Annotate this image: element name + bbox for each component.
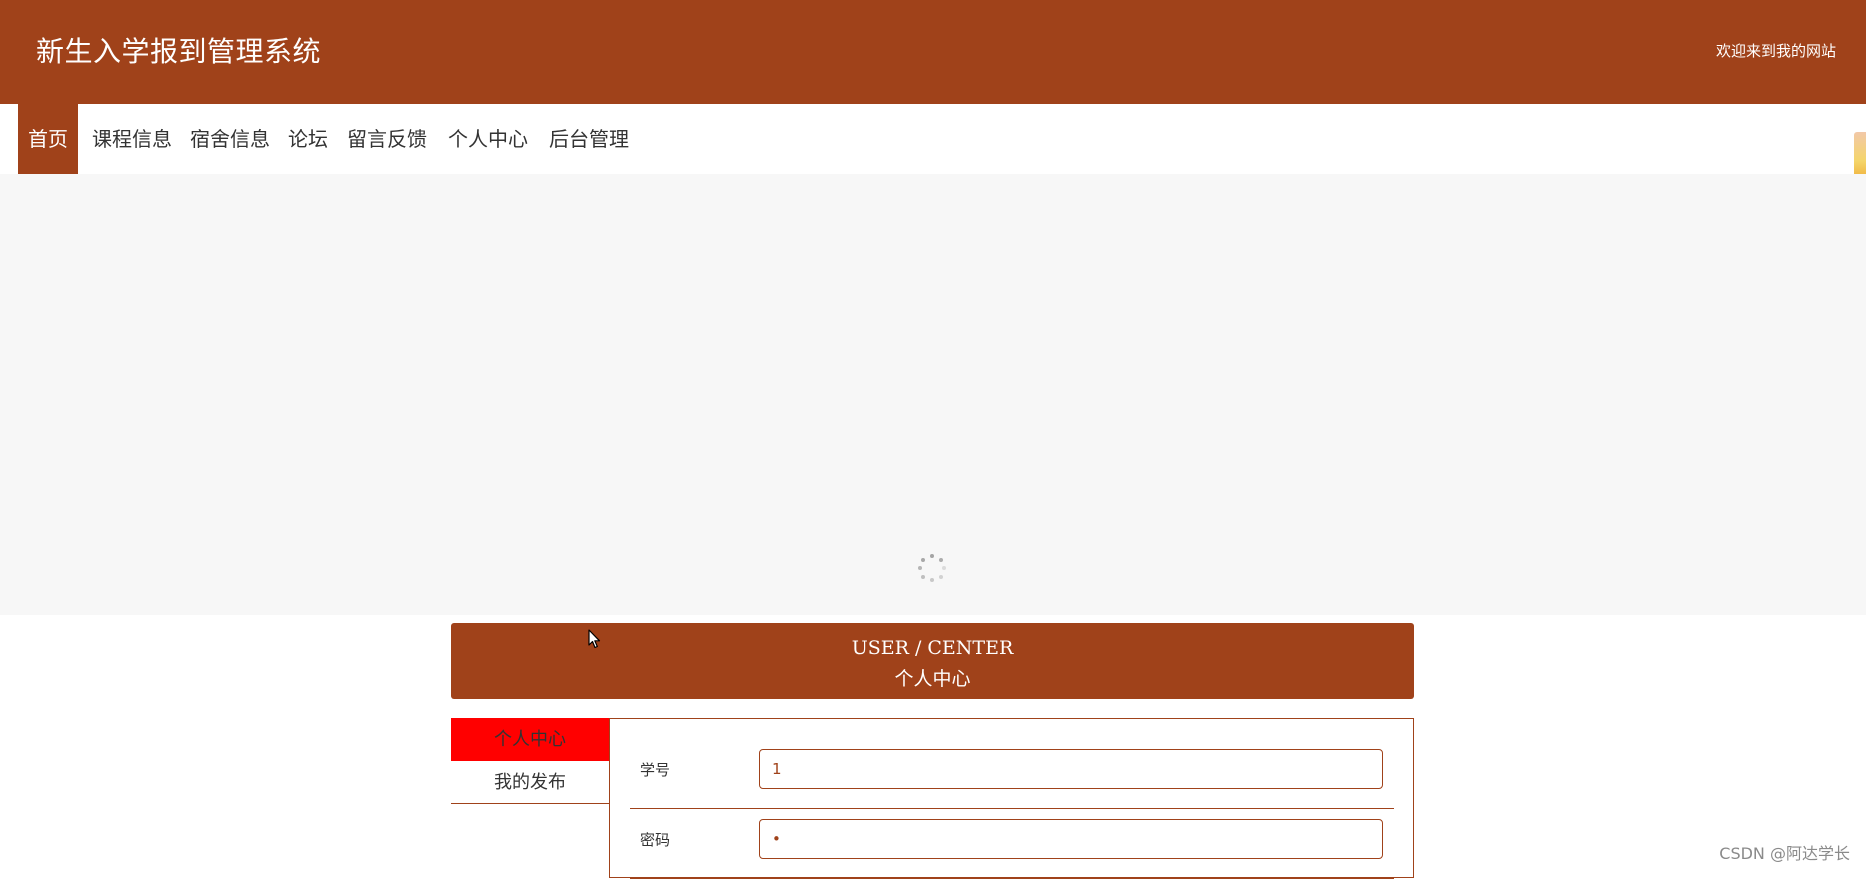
- top-header: 新生入学报到管理系统 欢迎来到我的网站: [0, 0, 1866, 104]
- student-id-label: 学号: [640, 761, 671, 779]
- nav-item-courses[interactable]: 课程信息: [92, 104, 172, 174]
- banner-carousel: [0, 174, 1866, 615]
- student-id-input[interactable]: [759, 749, 1383, 789]
- side-item-my-posts[interactable]: 我的发布: [451, 761, 609, 804]
- nav-item-dorms[interactable]: 宿舍信息: [190, 104, 270, 174]
- floating-side-widget[interactable]: [1854, 132, 1866, 180]
- loading-spinner-icon: [918, 554, 946, 582]
- site-title: 新生入学报到管理系统: [36, 35, 322, 68]
- nav-item-user-center[interactable]: 个人中心: [448, 104, 528, 174]
- profile-form-panel: 学号 密码: [609, 718, 1414, 879]
- side-item-user-center[interactable]: 个人中心: [451, 718, 609, 761]
- nav-item-feedback[interactable]: 留言反馈: [347, 104, 427, 174]
- mouse-cursor-icon: [588, 629, 601, 649]
- nav-item-admin[interactable]: 后台管理: [549, 104, 629, 174]
- nav-item-forum[interactable]: 论坛: [288, 104, 328, 174]
- main-nav: 首页 课程信息 宿舍信息 论坛 留言反馈 个人中心 后台管理: [0, 104, 1866, 174]
- form-row-student-id: 学号: [630, 739, 1394, 809]
- password-label: 密码: [640, 831, 671, 849]
- nav-item-home[interactable]: 首页: [18, 104, 78, 174]
- user-center-title-cn: 个人中心: [894, 668, 971, 690]
- csdn-watermark: CSDN @阿达学长: [1719, 844, 1850, 863]
- welcome-text: 欢迎来到我的网站: [1715, 42, 1836, 60]
- password-input[interactable]: [759, 819, 1383, 859]
- user-side-menu: 个人中心 我的发布: [451, 718, 609, 804]
